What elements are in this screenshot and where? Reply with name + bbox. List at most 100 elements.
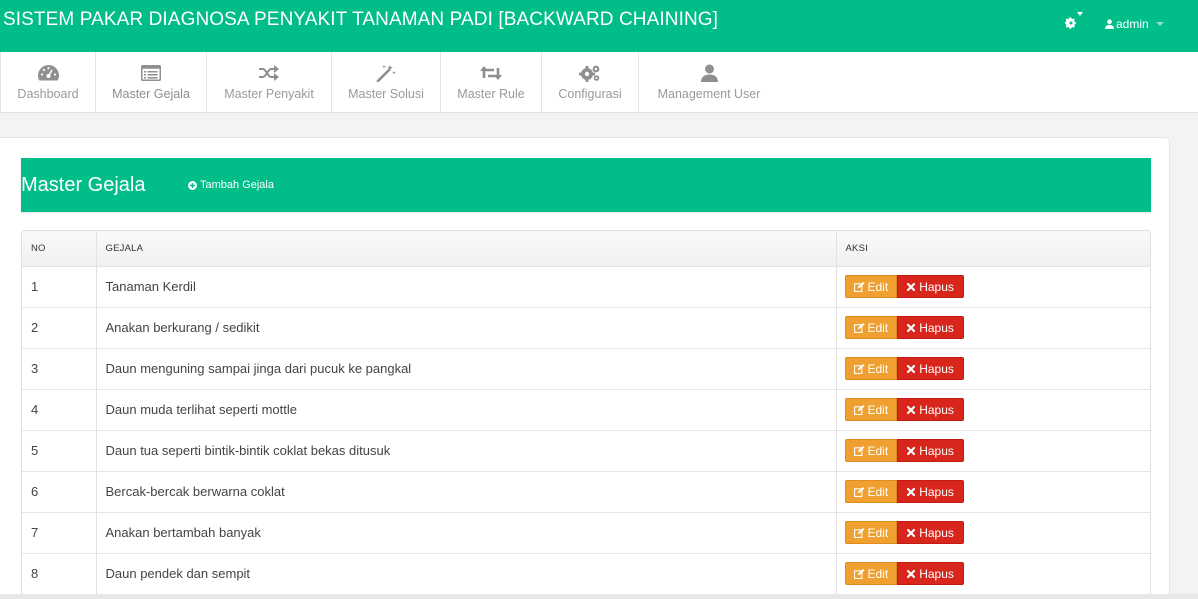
row-gejala: Tanaman Kerdil: [95, 266, 836, 307]
user-icon: [700, 64, 718, 82]
delete-button[interactable]: Hapus: [897, 439, 964, 462]
row-gejala: Anakan berkurang / sedikit: [95, 306, 836, 348]
user-name: admin: [1116, 17, 1149, 31]
app-title: SISTEM PAKAR DIAGNOSA PENYAKIT TANAMAN P…: [3, 9, 719, 30]
row-actions: Edit Hapus: [835, 429, 1150, 471]
delete-button[interactable]: Hapus: [897, 316, 964, 339]
delete-label: Hapus: [919, 525, 954, 540]
row-actions: Edit Hapus: [835, 552, 1150, 594]
row-gejala: Daun muda terlihat seperti mottle: [95, 388, 836, 430]
edit-label: Edit: [867, 566, 889, 581]
settings-button[interactable]: [1064, 12, 1086, 34]
nav-item-dashboard[interactable]: Dashboard: [0, 52, 96, 112]
close-icon: [907, 569, 916, 578]
row-number: 1: [31, 279, 39, 294]
edit-label: Edit: [867, 361, 889, 376]
delete-button[interactable]: Hapus: [897, 275, 964, 298]
edit-icon: [853, 363, 864, 374]
edit-label: Edit: [867, 443, 889, 458]
add-gejala-label: Tambah Gejala: [200, 179, 274, 191]
delete-button[interactable]: Hapus: [897, 521, 964, 544]
edit-icon: [853, 404, 864, 415]
edit-button[interactable]: Edit: [844, 316, 898, 339]
nav-label: Dashboard: [17, 87, 79, 101]
row-number: 8: [22, 552, 96, 594]
chevron-down-icon: [1155, 22, 1164, 26]
delete-label: Hapus: [919, 484, 954, 499]
edit-button[interactable]: Edit: [844, 398, 898, 421]
delete-label: Hapus: [919, 320, 954, 335]
nav-label: Management User: [657, 87, 761, 101]
gejala-table: NO GEJALA AKSI 1 Tanaman Kerdil Edit Hap…: [21, 230, 1151, 595]
row-gejala: Daun pendek dan sempit: [95, 552, 836, 594]
close-icon: [907, 487, 916, 496]
nav-item-master-solusi[interactable]: Master Solusi: [332, 52, 441, 112]
gears-icon: [579, 65, 600, 82]
table-row: 4 Daun muda terlihat seperti mottle Edit…: [22, 388, 1150, 430]
row-number: 5: [22, 429, 96, 471]
nav-item-master-gejala[interactable]: Master Gejala: [96, 52, 207, 112]
edit-icon: [853, 445, 864, 456]
delete-label: Hapus: [919, 443, 954, 458]
page-title: Master Gejala: [21, 174, 146, 196]
table-row: 3 Daun menguning sampai jinga dari pucuk…: [22, 347, 1150, 389]
edit-icon: [853, 527, 864, 538]
table-row: 5 Daun tua seperti bintik-bintik coklat …: [22, 429, 1150, 471]
main-nav: Dashboard Master Gejala Master Penyakit …: [0, 52, 1198, 113]
nav-item-configurasi[interactable]: Configurasi: [542, 52, 639, 112]
row-number: 4: [22, 388, 96, 430]
delete-label: Hapus: [919, 566, 954, 581]
nav-label: Master Gejala: [112, 87, 190, 101]
row-number: 2: [22, 306, 96, 348]
close-icon: [907, 364, 916, 373]
edit-label: Edit: [867, 279, 889, 294]
shuffle-icon: [259, 65, 279, 81]
close-icon: [907, 405, 916, 414]
edit-button[interactable]: Edit: [844, 562, 898, 586]
row-actions: Edit Hapus: [835, 511, 1150, 553]
bottom-scrollbar[interactable]: [0, 594, 1198, 599]
edit-button[interactable]: Edit: [844, 480, 898, 503]
nav-item-management-user[interactable]: Management User: [639, 52, 779, 112]
edit-label: Edit: [867, 320, 889, 335]
edit-label: Edit: [867, 525, 889, 540]
delete-button[interactable]: Hapus: [897, 562, 964, 586]
column-header-no: NO: [22, 231, 96, 267]
edit-icon: [853, 281, 864, 292]
delete-button[interactable]: Hapus: [897, 357, 964, 380]
nav-label: Master Solusi: [348, 87, 424, 101]
nav-item-master-rule[interactable]: Master Rule: [441, 52, 542, 112]
table-row: 8 Daun pendek dan sempit Edit Hapus: [22, 552, 1150, 594]
table-row: 7 Anakan bertambah banyak Edit Hapus: [22, 511, 1150, 553]
user-menu-button[interactable]: admin: [1105, 17, 1164, 31]
column-header-aksi: AKSI: [835, 231, 1150, 267]
nav-label: Configurasi: [558, 87, 622, 101]
edit-icon: [853, 568, 864, 579]
edit-icon: [853, 322, 864, 333]
row-gejala: Daun tua seperti bintik-bintik coklat be…: [95, 429, 836, 471]
edit-button[interactable]: Edit: [844, 439, 898, 462]
nav-label: Master Penyakit: [224, 87, 314, 101]
row-actions: Edit Hapus: [835, 266, 1150, 307]
edit-label: Edit: [867, 484, 889, 499]
edit-button[interactable]: Edit: [844, 275, 898, 298]
edit-button[interactable]: Edit: [844, 521, 898, 544]
close-icon: [907, 528, 916, 537]
row-actions: Edit Hapus: [835, 388, 1150, 430]
table-row: 2 Anakan berkurang / sedikit Edit Hapus: [22, 306, 1150, 348]
close-icon: [907, 282, 916, 291]
dashboard-icon: [37, 65, 59, 81]
nav-item-master-penyakit[interactable]: Master Penyakit: [207, 52, 332, 112]
row-number: 6: [22, 470, 96, 512]
delete-button[interactable]: Hapus: [897, 398, 964, 421]
delete-button[interactable]: Hapus: [897, 480, 964, 503]
edit-icon: [853, 486, 864, 497]
page-header: Master Gejala Tambah Gejala: [21, 158, 1151, 212]
close-icon: [907, 323, 916, 332]
delete-label: Hapus: [919, 402, 954, 417]
add-gejala-button[interactable]: Tambah Gejala: [188, 179, 274, 191]
plus-circle-icon: [188, 180, 197, 190]
edit-button[interactable]: Edit: [844, 357, 898, 380]
table-row: 1 Tanaman Kerdil Edit Hapus: [22, 266, 1150, 307]
edit-label: Edit: [867, 402, 889, 417]
